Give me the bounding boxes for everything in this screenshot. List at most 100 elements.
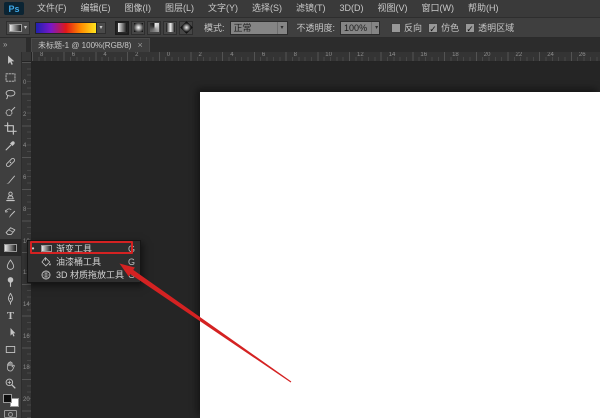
- gradient-type-radial-button[interactable]: [131, 21, 145, 35]
- gradient-editor[interactable]: ▾: [35, 22, 106, 34]
- tool-brush[interactable]: [0, 171, 21, 188]
- gradient-picker-arrow[interactable]: ▾: [97, 22, 106, 34]
- tool-move[interactable]: [0, 52, 21, 69]
- ruler-number: 0: [167, 52, 170, 58]
- tool-options-bar: ▾ ▾ 模式: 正常 ▾ 不透明度: 100% ▾ 反向✓仿色✓透明区域: [0, 18, 600, 38]
- gradient-type-diamond-button[interactable]: [179, 21, 193, 35]
- mode-value: 正常: [234, 21, 273, 34]
- mode-select[interactable]: 正常 ▾: [230, 21, 288, 35]
- ruler-number: 26: [579, 52, 586, 58]
- tool-spot-healing[interactable]: [0, 154, 21, 171]
- dither-checkbox-box[interactable]: ✓: [428, 23, 438, 33]
- opacity-value: 100%: [344, 23, 367, 33]
- mode-label: 模式:: [204, 21, 225, 34]
- flyout-item-shortcut: G: [128, 270, 135, 280]
- dither-checkbox[interactable]: ✓仿色: [428, 21, 459, 34]
- quick-mask-button[interactable]: [4, 410, 17, 418]
- tool-lasso[interactable]: [0, 86, 21, 103]
- transparency-checkbox-box[interactable]: ✓: [465, 23, 475, 33]
- reverse-checkbox-box[interactable]: [391, 23, 401, 33]
- menu-item-view[interactable]: 视图(V): [371, 0, 415, 17]
- foreground-color-swatch[interactable]: [3, 394, 12, 403]
- transparency-checkbox[interactable]: ✓透明区域: [465, 21, 514, 34]
- menu-item-filter[interactable]: 滤镜(T): [289, 0, 333, 17]
- tool-path-select[interactable]: [0, 324, 21, 341]
- document-tab[interactable]: 未标题-1 @ 100%(RGB/8) ×: [31, 38, 150, 52]
- gradient-type-angle-button[interactable]: [147, 21, 161, 35]
- ruler-number: 20: [484, 52, 491, 58]
- menu-item-image[interactable]: 图像(I): [118, 0, 159, 17]
- paint-bucket-icon: [39, 256, 53, 268]
- ruler-number: 8: [40, 52, 43, 58]
- tool-type[interactable]: T: [0, 307, 21, 324]
- tool-hand[interactable]: [0, 358, 21, 375]
- main-area: T 864202468101214161820222426 0246810121…: [0, 52, 600, 418]
- tool-preset-picker[interactable]: ▾: [6, 21, 30, 35]
- menu-item-3d[interactable]: 3D(D): [333, 0, 371, 17]
- opacity-select[interactable]: 100% ▾: [340, 21, 380, 35]
- menu-item-edit[interactable]: 编辑(E): [74, 0, 118, 17]
- reverse-checkbox-label: 反向: [404, 21, 422, 34]
- checkbox-group: 反向✓仿色✓透明区域: [385, 21, 514, 34]
- horizontal-ruler: 864202468101214161820222426: [32, 52, 600, 62]
- menu-item-type[interactable]: 文字(Y): [201, 0, 245, 17]
- chevron-down-icon: ▾: [24, 25, 27, 31]
- menu-item-help[interactable]: 帮助(H): [461, 0, 506, 17]
- tool-pen[interactable]: [0, 290, 21, 307]
- tool-zoom[interactable]: [0, 375, 21, 392]
- toolbar-collapse-icon[interactable]: »: [0, 38, 26, 52]
- tab-strip: » 未标题-1 @ 100%(RGB/8) ×: [0, 38, 600, 52]
- gradient-type-linear-button[interactable]: [115, 21, 129, 35]
- opacity-label: 不透明度:: [297, 21, 336, 34]
- menu-item-file[interactable]: 文件(F): [30, 0, 74, 17]
- document-area: 864202468101214161820222426 024681012141…: [22, 52, 600, 418]
- color-swatches[interactable]: [3, 394, 19, 407]
- ruler-number: 8: [23, 207, 26, 213]
- gradient-type-reflected-icon: [166, 23, 175, 32]
- gradient-type-reflected-button[interactable]: [163, 21, 177, 35]
- flyout-item-3d-material-drop-tool[interactable]: 3D 材质拖放工具 G: [28, 268, 140, 281]
- tool-bar: T: [0, 52, 22, 418]
- menu-bar: Ps 文件(F)编辑(E)图像(I)图层(L)文字(Y)选择(S)滤镜(T)3D…: [0, 0, 600, 18]
- gradient-type-linear-icon: [118, 23, 127, 32]
- tool-preset-gradient-icon: [9, 24, 22, 32]
- ruler-number: 18: [452, 52, 459, 58]
- tool-eyedropper[interactable]: [0, 137, 21, 154]
- photoshop-window: Ps 文件(F)编辑(E)图像(I)图层(L)文字(Y)选择(S)滤镜(T)3D…: [0, 0, 600, 418]
- tool-blur[interactable]: [0, 256, 21, 273]
- tool-gradient[interactable]: [0, 239, 21, 256]
- tool-rectangle[interactable]: [0, 341, 21, 358]
- tool-clone-stamp[interactable]: [0, 188, 21, 205]
- canvas[interactable]: [200, 92, 600, 418]
- ruler-number: 16: [23, 334, 30, 340]
- ruler-number: 12: [357, 52, 364, 58]
- ps-logo: Ps: [4, 2, 24, 15]
- flyout-item-label: 油漆桶工具: [56, 255, 101, 268]
- annotation-highlight-box: [30, 241, 133, 254]
- quick-mask-icon: [8, 412, 13, 417]
- gradient-type-buttons: [115, 21, 193, 35]
- flyout-item-paint-bucket-tool[interactable]: 油漆桶工具G: [28, 255, 140, 268]
- menu-items: 文件(F)编辑(E)图像(I)图层(L)文字(Y)选择(S)滤镜(T)3D(D)…: [30, 0, 506, 17]
- ruler-number: 4: [23, 143, 26, 149]
- dither-checkbox-label: 仿色: [441, 21, 459, 34]
- tool-quick-select[interactable]: [0, 103, 21, 120]
- ruler-number: 14: [23, 302, 30, 308]
- menu-item-select[interactable]: 选择(S): [245, 0, 289, 17]
- chevron-down-icon: ▾: [277, 22, 284, 34]
- gradient-preview[interactable]: [35, 22, 97, 34]
- ruler-number: 14: [389, 52, 396, 58]
- document-tab-title: 未标题-1 @ 100%(RGB/8): [38, 40, 131, 51]
- tool-dodge[interactable]: [0, 273, 21, 290]
- reverse-checkbox[interactable]: 反向: [391, 21, 422, 34]
- tool-history-brush[interactable]: [0, 205, 21, 222]
- tool-eraser[interactable]: [0, 222, 21, 239]
- menu-item-layer[interactable]: 图层(L): [158, 0, 201, 17]
- ruler-number: 6: [23, 175, 26, 181]
- flyout-item-label: 3D 材质拖放工具: [56, 268, 124, 281]
- tool-crop[interactable]: [0, 120, 21, 137]
- close-icon[interactable]: ×: [137, 41, 142, 50]
- gradient-type-angle-icon: [150, 23, 159, 32]
- tool-marquee[interactable]: [0, 69, 21, 86]
- menu-item-window[interactable]: 窗口(W): [415, 0, 462, 17]
